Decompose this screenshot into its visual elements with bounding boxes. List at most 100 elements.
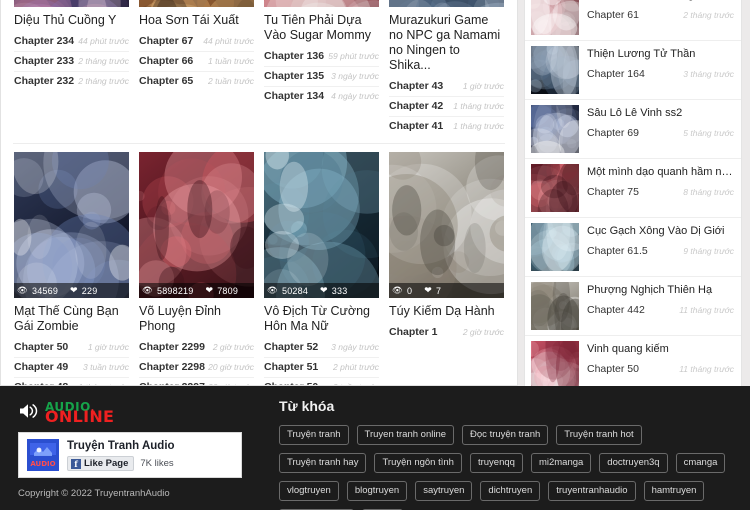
sidebar-comic-title[interactable]: Cục Gạch Xông Vào Dị Giới [587,224,734,238]
sidebar-comic-item[interactable]: Cục Gạch Xông Vào Dị Giới Chapter 61.5 9 t… [525,218,741,277]
comic-thumbnail[interactable]: 👁 0 ❤ 7 [389,152,504,298]
comic-title[interactable]: Murazukuri Game no NPC ga Namami no Ning… [389,13,504,73]
keyword-tag[interactable]: Đọc truyện tranh [462,425,549,445]
comic-title[interactable]: Mạt Thế Cùng Bạn Gái Zombie [14,304,129,334]
keyword-tag[interactable]: saytruyen [415,481,473,501]
chapter-row[interactable]: Chapter 481 tháng trước [14,378,129,385]
chapter-name[interactable]: Chapter 135 [264,70,324,82]
facebook-page-plugin[interactable]: AUDIO Truyện Tranh Audio f Like Page 7K … [18,432,242,478]
sidebar-comic-thumbnail[interactable] [531,341,579,386]
chapter-name[interactable]: Chapter 42 [389,100,443,112]
sidebar-chapter-name[interactable]: Chapter 75 [587,186,639,198]
comic-thumbnail-clipped[interactable] [389,0,504,7]
keyword-tag[interactable]: Truyện tranh [279,425,349,445]
comic-thumbnail[interactable]: 👁 5898219 ❤ 7809 [139,152,254,298]
comic-title[interactable]: Võ Luyện Đỉnh Phong [139,304,254,334]
chapter-row[interactable]: Chapter 43 1 giờ trước [389,77,504,97]
facebook-like-button[interactable]: f Like Page [67,456,135,471]
chapter-row[interactable]: Chapter 2299 2 giờ trước [139,338,254,358]
keyword-tag[interactable]: dichtruyen [480,481,541,501]
chapter-name[interactable]: Chapter 65 [139,75,193,87]
comic-thumbnail[interactable]: 👁 34569 ❤ 229 [14,152,129,298]
chapter-row[interactable]: Chapter 233 2 tháng trước [14,52,129,72]
keyword-tag[interactable]: vlogtruyen [279,481,339,501]
chapter-row[interactable]: Chapter 66 1 tuần trước [139,52,254,72]
chapter-row[interactable]: Chapter 51 2 phút trước [264,358,379,378]
comic-thumbnail-clipped[interactable] [264,0,379,7]
sidebar-comic-title[interactable]: Phượng Nghịch Thiên Hạ [587,283,734,297]
chapter-row[interactable]: Chapter 67 44 phút trước [139,32,254,52]
chapter-name[interactable]: Chapter 134 [264,90,324,102]
chapter-row[interactable]: Chapter 49 3 tuần trước [14,358,129,378]
keyword-tag[interactable]: blogtruyen [346,481,408,501]
chapter-row[interactable]: Chapter 502 tuần trước [264,378,379,385]
sidebar-comic-thumbnail[interactable] [531,223,579,271]
chapter-name[interactable]: Chapter 233 [14,55,74,67]
sidebar-comic-title[interactable]: Vinh quang kiếm [587,342,734,356]
chapter-row[interactable]: Chapter 232 2 tháng trước [14,72,129,91]
chapter-name[interactable]: Chapter 67 [139,35,193,47]
sidebar-comic-item[interactable]: Nhất Niệm Vĩnh Hằng Chapter 61 2 tháng trư… [525,0,741,41]
keyword-tag[interactable]: Truyện tranh hay [279,453,367,473]
sidebar-comic-title[interactable]: Sâu Lô Lê Vinh ss2 [587,106,734,120]
chapter-name[interactable]: Chapter 49 [14,361,68,373]
chapter-row[interactable]: Chapter 229720 giờ trước [139,378,254,385]
sidebar-chapter-name[interactable]: Chapter 442 [587,304,645,316]
keyword-tag[interactable]: doctruyen3q [599,453,668,473]
sidebar-chapter-name[interactable]: Chapter 69 [587,127,639,139]
chapter-row[interactable]: Chapter 65 2 tuần trước [139,72,254,91]
chapter-name[interactable]: Chapter 234 [14,35,74,47]
sidebar-chapter-name[interactable]: Chapter 50 [587,363,639,375]
chapter-name[interactable]: Chapter 232 [14,75,74,87]
keyword-tag[interactable]: Truyện tranh hot [556,425,642,445]
sidebar-chapter-name[interactable]: Chapter 61 [587,9,639,21]
chapter-row[interactable]: Chapter 134 4 ngày trước [264,87,379,106]
comic-thumbnail-clipped[interactable] [14,0,129,7]
chapter-name[interactable]: Chapter 41 [389,120,443,132]
chapter-name[interactable]: Chapter 50 [14,341,68,353]
keyword-tag[interactable]: Truyen tranh online [356,425,455,445]
sidebar-comic-thumbnail[interactable] [531,0,579,35]
sidebar-comic-title[interactable]: Nhất Niệm Vĩnh Hằng [587,0,734,2]
comic-title[interactable]: Tu Tiên Phải Dựa Vào Sugar Mommy [264,13,379,43]
comic-title[interactable]: Diệu Thủ Cuồng Y [14,13,129,28]
chapter-row[interactable]: Chapter 42 1 tháng trước [389,97,504,117]
keyword-tag[interactable]: mi2manga [530,453,592,473]
sidebar-comic-title[interactable]: Thiện Lương Tử Thần [587,47,734,61]
chapter-name[interactable]: Chapter 2299 [139,341,205,353]
sidebar-comic-item[interactable]: Một mình dạo quanh hầm ngục Chapter 75 8 t… [525,159,741,218]
comic-thumbnail[interactable]: 👁 50284 ❤ 333 [264,152,379,298]
sidebar-comic-thumbnail[interactable] [531,46,579,94]
chapter-name[interactable]: Chapter 2298 [139,361,205,373]
sidebar-comic-item[interactable]: Phượng Nghịch Thiên Hạ Chapter 442 11 thán… [525,277,741,336]
keyword-tag[interactable]: truyenqq [469,453,523,473]
sidebar-comic-item[interactable]: Thiện Lương Tử Thần Chapter 164 3 tháng tr… [525,41,741,100]
keyword-tag[interactable]: cmanga [675,453,726,473]
chapter-row[interactable]: Chapter 50 1 giờ trước [14,338,129,358]
chapter-name[interactable]: Chapter 51 [264,361,318,373]
chapter-name[interactable]: Chapter 43 [389,80,443,92]
comic-title[interactable]: Túy Kiếm Dạ Hành [389,304,504,319]
sidebar-chapter-name[interactable]: Chapter 164 [587,68,645,80]
chapter-name[interactable]: Chapter 66 [139,55,193,67]
sidebar-comic-title[interactable]: Một mình dạo quanh hầm ngục [587,165,734,179]
comic-title[interactable]: Hoa Sơn Tái Xuất [139,13,254,28]
comic-title[interactable]: Vô Địch Từ Cường Hôn Ma Nữ [264,304,379,334]
chapter-row[interactable]: Chapter 135 3 ngày trước [264,67,379,87]
keyword-tag[interactable]: hamtruyen [643,481,705,501]
sidebar-comic-item[interactable]: Sâu Lô Lê Vinh ss2 Chapter 69 5 tháng trướ… [525,100,741,159]
chapter-row[interactable]: Chapter 2298 20 giờ trước [139,358,254,378]
sidebar-chapter-name[interactable]: Chapter 61.5 [587,245,648,257]
comic-thumbnail-clipped[interactable] [139,0,254,7]
chapter-name[interactable]: Chapter 136 [264,50,324,62]
sidebar-comic-item[interactable]: Vinh quang kiếm Chapter 50 11 tháng trước [525,336,741,386]
chapter-row[interactable]: Chapter 52 3 ngày trước [264,338,379,358]
sidebar-comic-thumbnail[interactable] [531,105,579,153]
chapter-row[interactable]: Chapter 136 59 phút trước [264,47,379,67]
chapter-row[interactable]: Chapter 41 1 tháng trước [389,117,504,136]
chapter-name[interactable]: Chapter 1 [389,326,437,338]
chapter-row[interactable]: Chapter 234 44 phút trước [14,32,129,52]
chapter-name[interactable]: Chapter 52 [264,341,318,353]
keyword-tag[interactable]: truyentranhaudio [548,481,636,501]
site-logo[interactable]: AUDIO. ONLINE [18,396,263,426]
